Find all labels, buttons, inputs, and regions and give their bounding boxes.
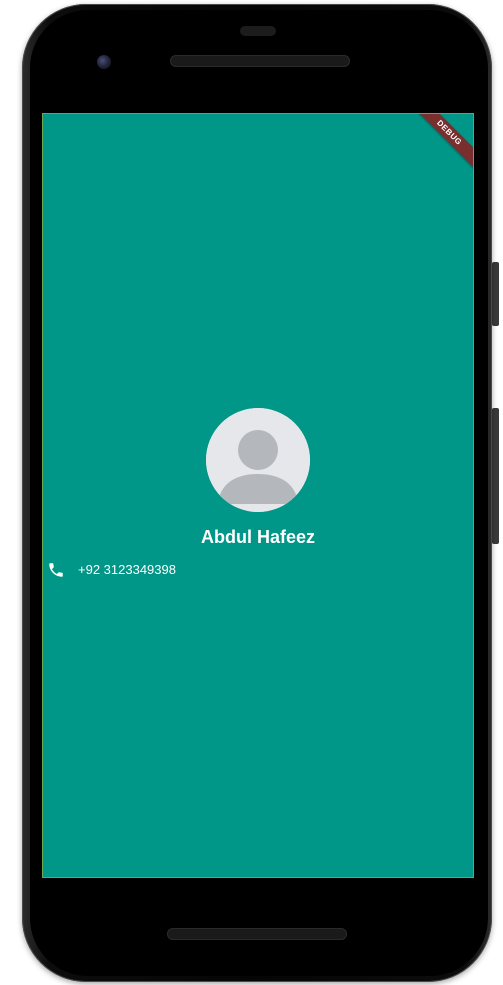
device-mockup: DEBUG Abdul Hafeez +92 3123349398: [0, 0, 503, 985]
front-camera: [97, 55, 111, 69]
app-screen: DEBUG Abdul Hafeez +92 3123349398: [42, 113, 474, 878]
contact-name: Abdul Hafeez: [200, 527, 315, 547]
bottom-speaker: [167, 928, 347, 940]
contact-avatar[interactable]: [206, 408, 310, 512]
phone-number: +92 3123349398: [78, 562, 176, 577]
power-button: [492, 262, 499, 326]
debug-banner: DEBUG: [408, 114, 473, 174]
top-sensor: [240, 26, 276, 36]
default-person-avatar-icon: [206, 408, 310, 512]
top-speaker: [170, 55, 350, 67]
volume-button: [492, 408, 499, 544]
phone-icon: [47, 561, 65, 579]
phone-number-row[interactable]: +92 3123349398: [47, 560, 176, 580]
